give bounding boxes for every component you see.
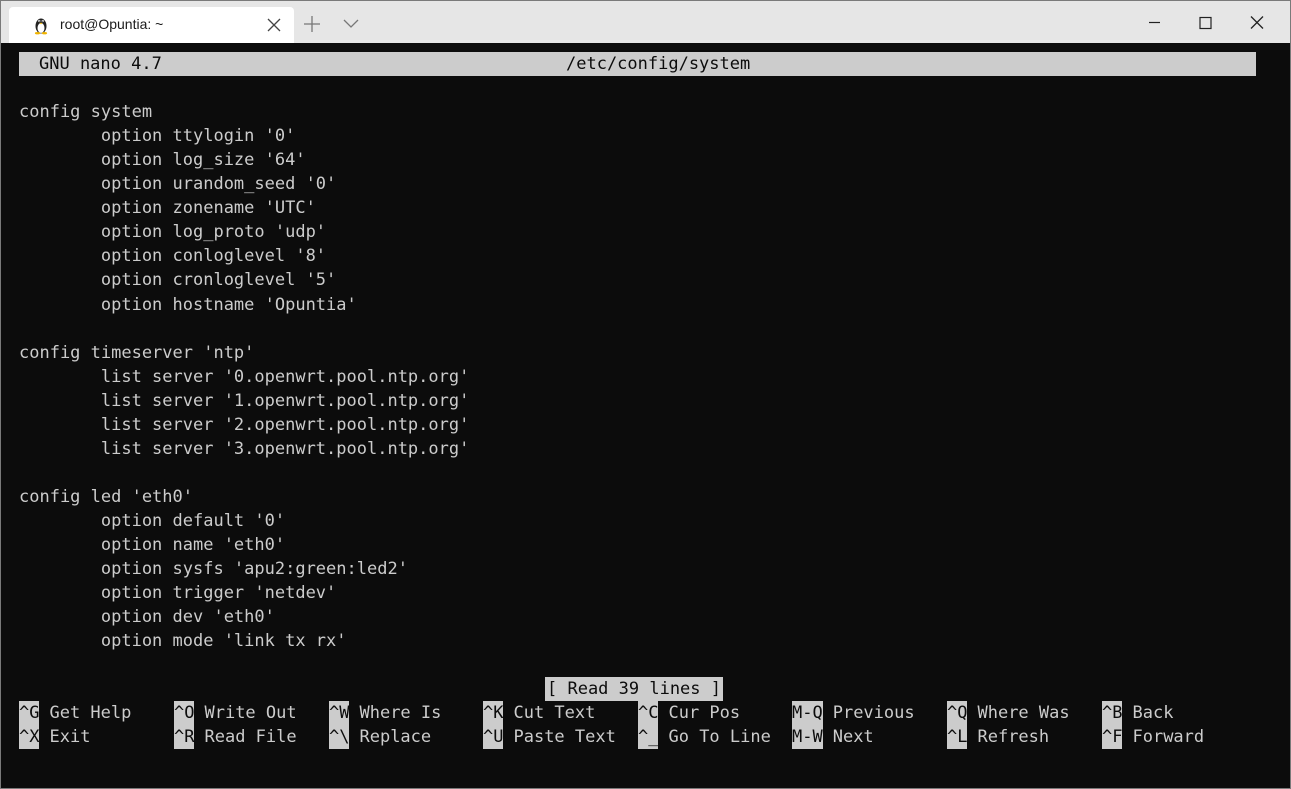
minimize-button[interactable]	[1129, 1, 1181, 43]
shortcut-item[interactable]: ^X Exit	[19, 725, 90, 749]
shortcut-label: Where Was	[977, 703, 1070, 723]
shortcut-key: ^W	[329, 701, 350, 725]
file-content[interactable]: config system option ttylogin '0' option…	[19, 100, 1269, 653]
file-line[interactable]: option ttylogin '0'	[19, 124, 1269, 148]
shortcut-item[interactable]: ^_ Go To Line	[638, 725, 771, 749]
shortcut-key: ^L	[947, 725, 968, 749]
shortcut-item[interactable]: ^Q Where Was	[947, 701, 1070, 725]
shortcut-item[interactable]: ^B Back	[1102, 701, 1173, 725]
shortcut-key: ^C	[638, 701, 659, 725]
shortcut-label: Forward	[1132, 727, 1205, 747]
shortcut-label: Next	[832, 727, 874, 747]
nano-version: GNU nano 4.7	[39, 54, 162, 74]
tab-title: root@Opuntia: ~	[60, 16, 164, 32]
shortcut-label: Paste Text	[513, 727, 616, 747]
shortcut-key: ^B	[1102, 701, 1123, 725]
shortcut-item[interactable]: ^L Refresh	[947, 725, 1049, 749]
file-line[interactable]: list server '0.openwrt.pool.ntp.org'	[19, 365, 1269, 389]
new-tab-plus-icon[interactable]	[301, 13, 323, 35]
nano-header-bar: GNU nano 4.7 /etc/config/system	[19, 52, 1256, 76]
file-line[interactable]: option default '0'	[19, 509, 1269, 533]
shortcut-key: ^K	[483, 701, 504, 725]
file-line[interactable]: option conloglevel '8'	[19, 244, 1269, 268]
status-message: [ Read 39 lines ]	[545, 677, 723, 701]
file-line[interactable]: option mode 'link tx rx'	[19, 629, 1269, 653]
shortcut-item[interactable]: ^W Where Is	[329, 701, 441, 725]
shortcut-label: Refresh	[977, 727, 1050, 747]
shortcut-key: ^\	[329, 725, 350, 749]
shortcut-key: ^_	[638, 725, 659, 749]
shortcut-label: Where Is	[359, 703, 442, 723]
shortcut-key: ^G	[19, 701, 40, 725]
shortcut-key: ^F	[1102, 725, 1123, 749]
maximize-button[interactable]	[1179, 1, 1231, 43]
file-line[interactable]: option name 'eth0'	[19, 533, 1269, 557]
shortcut-label: Back	[1132, 703, 1174, 723]
file-line[interactable]: option cronloglevel '5'	[19, 268, 1269, 292]
shortcut-label: Exit	[49, 727, 91, 747]
file-line[interactable]: option hostname 'Opuntia'	[19, 293, 1269, 317]
tab-root-opuntia[interactable]: root@Opuntia: ~	[9, 7, 294, 43]
shortcut-label: Go To Line	[668, 727, 771, 747]
shortcut-label: Get Help	[49, 703, 132, 723]
chevron-down-icon[interactable]	[341, 13, 361, 33]
file-line[interactable]: option zonename 'UTC'	[19, 196, 1269, 220]
shortcut-item[interactable]: ^\ Replace	[329, 725, 431, 749]
file-line[interactable]: list server '2.openwrt.pool.ntp.org'	[19, 413, 1269, 437]
file-line[interactable]: option log_size '64'	[19, 148, 1269, 172]
shortcut-label: Cut Text	[513, 703, 596, 723]
shortcut-key: ^R	[174, 725, 195, 749]
file-line[interactable]: config system	[19, 100, 1269, 124]
terminal-window: root@Opuntia: ~ GNU nano 4.7 /etc/config…	[0, 0, 1291, 789]
file-line[interactable]	[19, 317, 1269, 341]
file-line[interactable]: option trigger 'netdev'	[19, 581, 1269, 605]
file-line[interactable]: config timeserver 'ntp'	[19, 341, 1269, 365]
file-line[interactable]: option log_proto 'udp'	[19, 220, 1269, 244]
file-line[interactable]: option sysfs 'apu2:green:led2'	[19, 557, 1269, 581]
shortcut-key: M-Q	[792, 701, 823, 725]
title-bar: root@Opuntia: ~	[1, 1, 1290, 43]
file-line[interactable]: option urandom_seed '0'	[19, 172, 1269, 196]
shortcut-item[interactable]: M-W Next	[792, 725, 874, 749]
close-tab-icon[interactable]	[264, 15, 284, 35]
shortcut-item[interactable]: ^O Write Out	[174, 701, 297, 725]
nano-editor[interactable]: GNU nano 4.7 /etc/config/system config s…	[19, 51, 1281, 781]
shortcut-item[interactable]: ^U Paste Text	[483, 725, 616, 749]
shortcut-item[interactable]: ^R Read File	[174, 725, 297, 749]
shortcut-label: Previous	[832, 703, 915, 723]
shortcut-key: ^O	[174, 701, 195, 725]
file-path: /etc/config/system	[566, 54, 751, 74]
shortcut-label: Cur Pos	[668, 703, 741, 723]
shortcut-item[interactable]: ^C Cur Pos	[638, 701, 740, 725]
shortcut-key: M-W	[792, 725, 823, 749]
shortcut-item[interactable]: M-Q Previous	[792, 701, 915, 725]
close-window-button[interactable]	[1231, 1, 1283, 43]
shortcut-bar: ^G Get Help ^O Write Out ^W Where Is ^K Cut Tex…	[19, 701, 1269, 749]
file-line[interactable]: option dev 'eth0'	[19, 605, 1269, 629]
file-line[interactable]: list server '3.openwrt.pool.ntp.org'	[19, 437, 1269, 461]
file-line[interactable]: list server '1.openwrt.pool.ntp.org'	[19, 389, 1269, 413]
shortcut-item[interactable]: ^F Forward	[1102, 725, 1204, 749]
shortcut-key: ^Q	[947, 701, 968, 725]
shortcut-key: ^X	[19, 725, 40, 749]
shortcut-item[interactable]: ^K Cut Text	[483, 701, 595, 725]
shortcut-key: ^U	[483, 725, 504, 749]
shortcut-label: Replace	[359, 727, 432, 747]
file-line[interactable]: config led 'eth0'	[19, 485, 1269, 509]
shortcut-label: Read File	[204, 727, 297, 747]
linux-penguin-icon	[31, 15, 51, 35]
shortcut-label: Write Out	[204, 703, 297, 723]
shortcut-item[interactable]: ^G Get Help	[19, 701, 131, 725]
file-line[interactable]	[19, 461, 1269, 485]
